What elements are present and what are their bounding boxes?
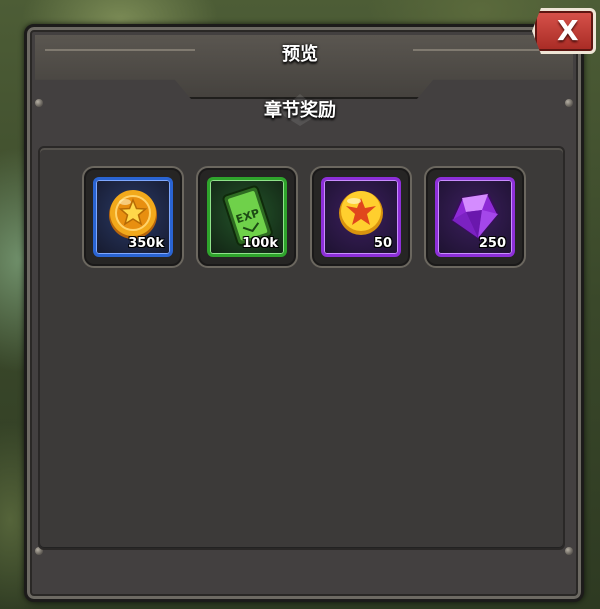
- reward-frame: 350k: [93, 177, 173, 257]
- reward-slot-gold-coin[interactable]: 350k: [82, 166, 184, 268]
- reward-frame: 250: [435, 177, 515, 257]
- rivet: [565, 547, 573, 555]
- reward-quantity: 100k: [242, 236, 278, 251]
- reward-quantity: 350k: [128, 236, 164, 251]
- reward-slot-purple-gem[interactable]: 250: [424, 166, 526, 268]
- reward-frame: EXP 100k: [207, 177, 287, 257]
- reward-quantity: 250: [478, 236, 506, 251]
- reward-quantity: 50: [373, 236, 392, 251]
- reward-slot-emblem-orb[interactable]: 50: [310, 166, 412, 268]
- close-button[interactable]: X: [532, 8, 596, 54]
- close-icon: X: [557, 14, 579, 47]
- chapter-rewards-heading: 章节奖励: [264, 100, 336, 121]
- reward-slot-exp-card[interactable]: EXP 100k: [196, 166, 298, 268]
- reward-frame: 50: [321, 177, 401, 257]
- dialog-title: 预览: [282, 44, 318, 65]
